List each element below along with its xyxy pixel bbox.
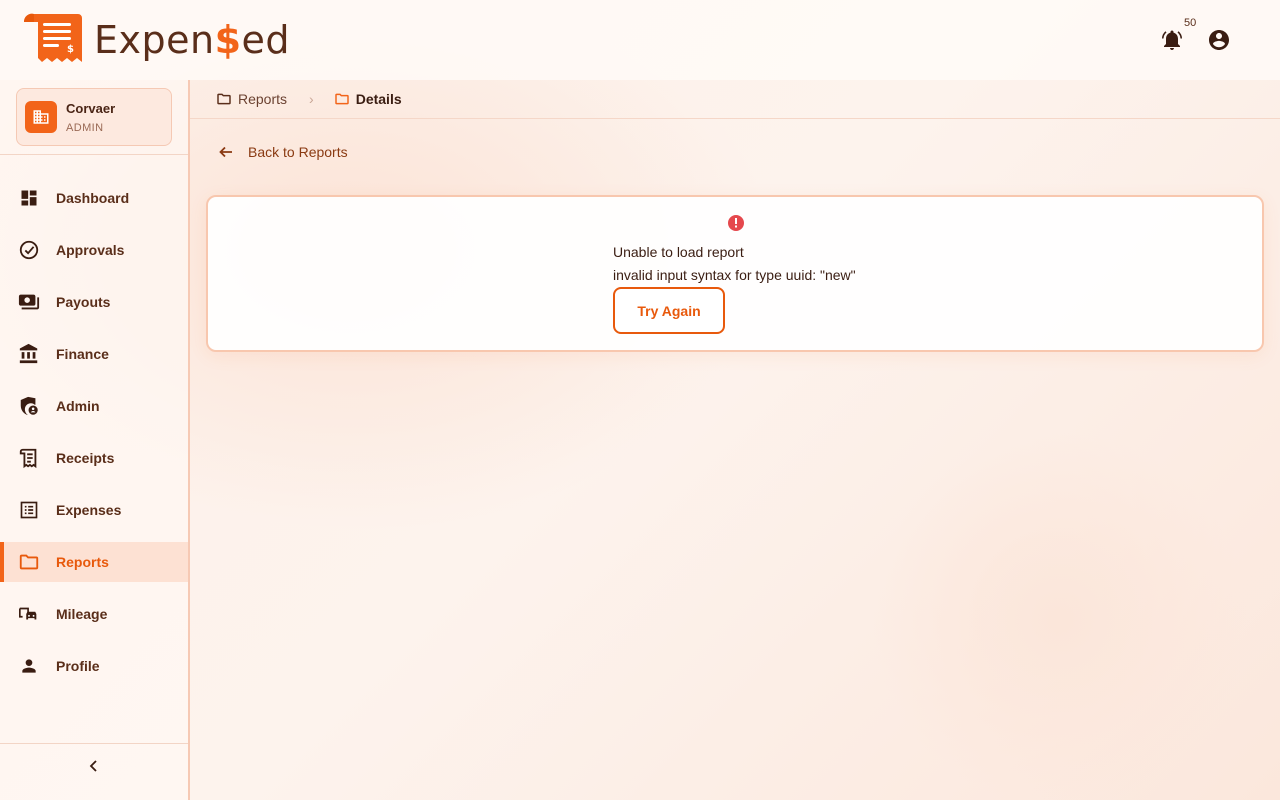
app-logo[interactable]: $ Expen$ed bbox=[22, 12, 290, 68]
notification-count: 50 bbox=[1184, 17, 1197, 29]
sidebar-divider bbox=[0, 154, 188, 155]
error-title: Unable to load report bbox=[613, 244, 744, 260]
sidebar-item-label: Approvals bbox=[56, 242, 125, 258]
admin-shield-icon bbox=[18, 395, 40, 417]
sidebar-item-label: Finance bbox=[56, 346, 109, 362]
list-icon bbox=[18, 499, 40, 521]
top-header: $ Expen$ed 50 bbox=[0, 0, 1280, 80]
account-circle-icon[interactable] bbox=[1207, 28, 1231, 52]
sidebar-nav: Dashboard Approvals Payouts Finance Admi… bbox=[0, 178, 188, 698]
sidebar-item-label: Admin bbox=[56, 398, 100, 414]
dashboard-icon bbox=[18, 187, 40, 209]
org-name: Corvaer bbox=[66, 100, 116, 116]
sidebar-item-label: Profile bbox=[56, 658, 100, 674]
breadcrumb: Reports › Details bbox=[190, 80, 1280, 119]
org-switcher[interactable]: Corvaer ADMIN bbox=[16, 88, 172, 146]
breadcrumb-label: Details bbox=[355, 91, 402, 107]
sidebar-item-admin[interactable]: Admin bbox=[0, 386, 188, 426]
bank-icon bbox=[18, 343, 40, 365]
check-circle-icon bbox=[18, 239, 40, 261]
building-icon bbox=[25, 101, 57, 133]
sidebar-item-reports[interactable]: Reports bbox=[0, 542, 188, 582]
person-icon bbox=[18, 655, 40, 677]
sidebar-item-dashboard[interactable]: Dashboard bbox=[0, 178, 188, 218]
org-role: ADMIN bbox=[66, 121, 104, 134]
sidebar-item-mileage[interactable]: Mileage bbox=[0, 594, 188, 634]
sidebar-item-finance[interactable]: Finance bbox=[0, 334, 188, 374]
error-message: invalid input syntax for type uuid: "new… bbox=[613, 267, 856, 283]
sidebar-item-label: Expenses bbox=[56, 502, 122, 518]
sidebar-item-label: Mileage bbox=[56, 606, 108, 622]
breadcrumb-label: Reports bbox=[238, 91, 288, 107]
sidebar-item-label: Dashboard bbox=[56, 190, 130, 206]
car-icon bbox=[18, 603, 40, 625]
svg-text:$: $ bbox=[67, 44, 74, 55]
back-link-label: Back to Reports bbox=[248, 144, 348, 160]
sidebar-item-approvals[interactable]: Approvals bbox=[0, 230, 188, 270]
sidebar-item-label: Reports bbox=[56, 554, 109, 570]
sidebar-item-receipts[interactable]: Receipts bbox=[0, 438, 188, 478]
try-again-button[interactable]: Try Again bbox=[613, 287, 725, 334]
receipt-logo-icon: $ bbox=[23, 13, 82, 62]
payments-icon bbox=[18, 291, 40, 313]
sidebar-divider bbox=[0, 743, 188, 744]
chevron-right-icon: › bbox=[309, 91, 314, 107]
sidebar-item-profile[interactable]: Profile bbox=[0, 646, 188, 686]
folder-icon bbox=[217, 93, 231, 105]
sidebar-item-label: Payouts bbox=[56, 294, 111, 310]
breadcrumb-reports[interactable]: Reports bbox=[216, 91, 287, 107]
error-icon bbox=[728, 215, 744, 231]
sidebar: Corvaer ADMIN Dashboard Approvals Payout… bbox=[0, 80, 190, 800]
folder-icon bbox=[18, 551, 40, 573]
receipt-icon bbox=[18, 447, 40, 469]
sidebar-item-label: Receipts bbox=[56, 450, 115, 466]
error-card: Unable to load report invalid input synt… bbox=[206, 195, 1264, 352]
arrow-left-icon bbox=[219, 146, 232, 158]
sidebar-item-expenses[interactable]: Expenses bbox=[0, 490, 188, 530]
chevron-left-icon[interactable] bbox=[86, 758, 102, 774]
bell-icon[interactable] bbox=[1160, 28, 1184, 52]
app-name: Expen$ed bbox=[94, 18, 291, 62]
breadcrumb-details: Details bbox=[334, 91, 402, 107]
folder-icon bbox=[334, 93, 349, 105]
sidebar-item-payouts[interactable]: Payouts bbox=[0, 282, 188, 322]
back-to-reports-link[interactable]: Back to Reports bbox=[218, 144, 348, 160]
